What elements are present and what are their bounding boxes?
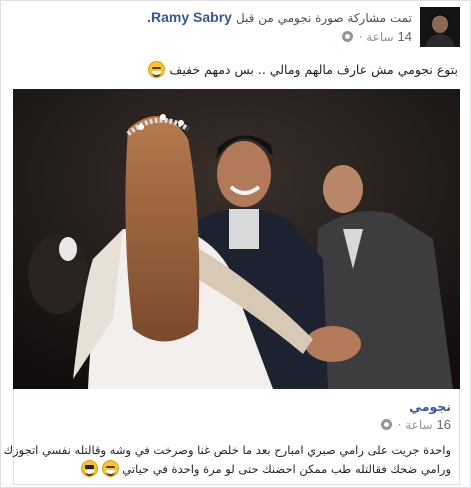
shared-text-line-2-wrap: ورامي ضحك فقالتله طب ممكن احضنك حتى لو م… xyxy=(21,460,451,479)
globe-icon xyxy=(380,419,392,430)
grinning-squinting-face-emoji xyxy=(148,61,166,78)
shared-post-attachment[interactable]: نجومي 16 ساعة · واحدة جريت على رامي صبري… xyxy=(3,389,460,485)
post-time-unit: ساعة · xyxy=(358,29,394,44)
smiling-face-with-sunglasses-emoji xyxy=(80,460,98,477)
author-name-link[interactable]: Ramy Sabry xyxy=(151,9,232,25)
post-header: تمت مشاركة صورة نجومي من قبل Ramy Sabry.… xyxy=(1,1,470,57)
caption-text: بتوع نجومي مش عارف مالهم ومالي .. بس دمه… xyxy=(169,62,458,77)
globe-icon xyxy=(341,31,353,42)
author-avatar[interactable] xyxy=(420,7,460,47)
post-time-number: 14 xyxy=(397,29,412,44)
grinning-squinting-face-emoji xyxy=(101,460,119,477)
post-caption: بتوع نجومي مش عارف مالهم ومالي .. بس دمه… xyxy=(18,61,458,78)
shared-page-name-link[interactable]: نجومي xyxy=(409,399,451,414)
shared-time-unit: ساعة · xyxy=(397,417,433,432)
post-timestamp[interactable]: 14 ساعة · xyxy=(341,29,412,44)
shared-by-text: تمت مشاركة صورة نجومي من قبل xyxy=(235,11,412,25)
facebook-post: تمت مشاركة صورة نجومي من قبل Ramy Sabry.… xyxy=(0,0,471,488)
post-header-text: تمت مشاركة صورة نجومي من قبل Ramy Sabry. xyxy=(147,9,412,25)
shared-post-timestamp[interactable]: 16 ساعة · xyxy=(380,417,451,432)
post-photo[interactable] xyxy=(13,89,460,389)
shared-post-text: واحدة جريت على رامي صبري امبارح بعد ما خ… xyxy=(3,441,451,479)
shared-text-line-2: ورامي ضحك فقالتله طب ممكن احضنك حتى لو م… xyxy=(122,462,451,476)
shared-text-line-1: واحدة جريت على رامي صبري امبارح بعد ما خ… xyxy=(3,443,451,457)
shared-time-number: 16 xyxy=(436,417,451,432)
